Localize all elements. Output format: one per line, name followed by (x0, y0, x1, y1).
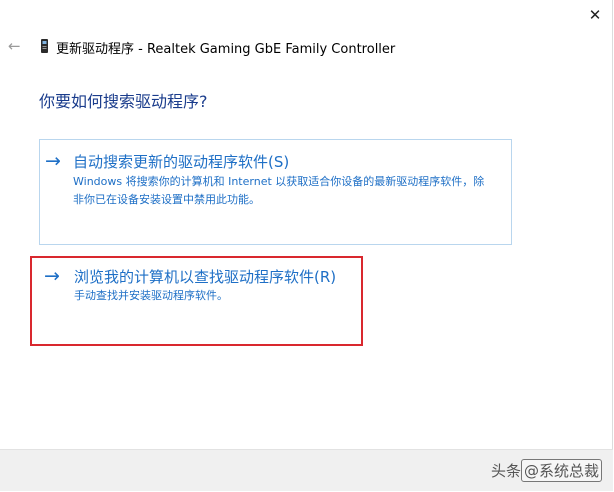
close-button[interactable]: ✕ (578, 0, 612, 30)
arrow-right-icon: → (45, 150, 61, 172)
watermark-name: 系统总裁 (538, 462, 599, 480)
network-adapter-icon (41, 39, 48, 53)
arrow-right-icon: → (44, 265, 60, 287)
close-icon: ✕ (588, 6, 602, 24)
update-driver-dialog: ✕ ← 更新驱动程序 - Realtek Gaming GbE Family C… (0, 0, 613, 491)
auto-search-option[interactable]: → 自动搜索更新的驱动程序软件(S) Windows 将搜索你的计算机和 Int… (39, 139, 512, 245)
browse-computer-option[interactable]: → 浏览我的计算机以查找驱动程序软件(R) 手动查找并安装驱动程序软件。 (30, 256, 363, 346)
browse-computer-description: 手动查找并安装驱动程序软件。 (74, 289, 228, 302)
watermark-prefix: 头条 (490, 462, 521, 480)
arrow-left-icon: ← (8, 37, 21, 55)
auto-search-title: 自动搜索更新的驱动程序软件(S) (73, 153, 290, 171)
browse-computer-title: 浏览我的计算机以查找驱动程序软件(R) (74, 268, 337, 286)
page-heading: 你要如何搜索驱动程序? (39, 92, 208, 111)
window-title: 更新驱动程序 - Realtek Gaming GbE Family Contr… (56, 42, 396, 57)
watermark-at: @ (523, 462, 539, 480)
auto-search-description: Windows 将搜索你的计算机和 Internet 以获取适合你设备的最新驱动… (73, 175, 485, 206)
watermark: 头条 @系统总裁 (491, 459, 602, 482)
back-button[interactable]: ← (8, 38, 24, 54)
